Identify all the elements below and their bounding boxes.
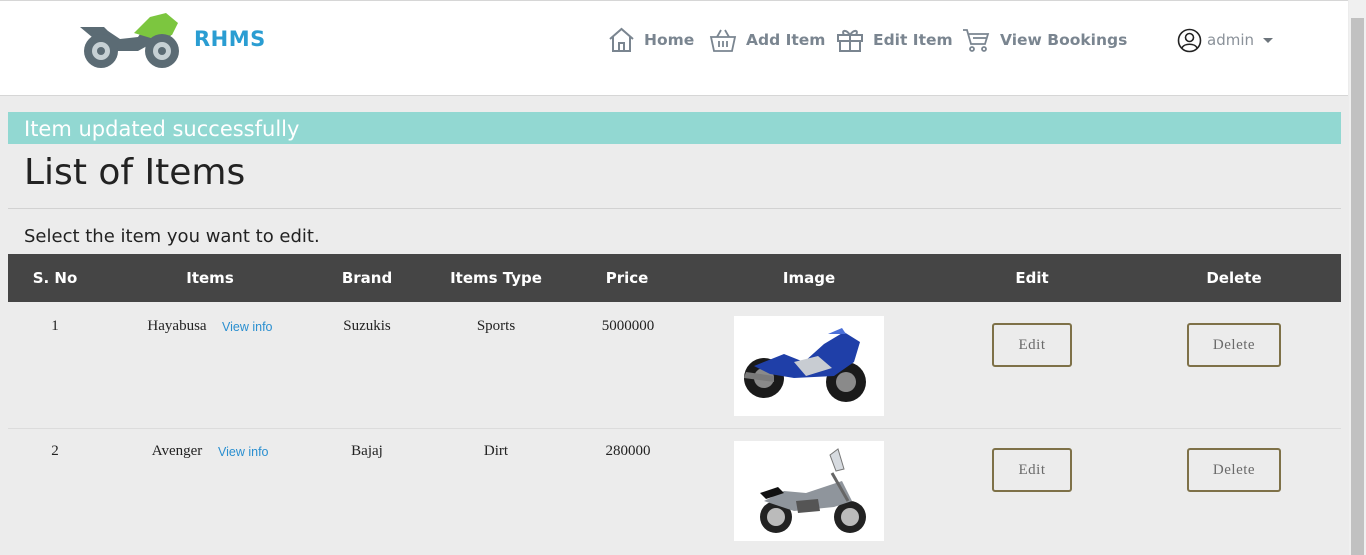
- nav-home[interactable]: Home: [608, 25, 694, 55]
- cruiser-motorcycle-photo: [760, 448, 866, 533]
- table-header: S. No Items Brand Items Type Price Image…: [8, 254, 1341, 302]
- header-items: Items: [186, 269, 234, 287]
- nav-add-item[interactable]: Add Item: [709, 25, 825, 55]
- cell-type: Sports: [476, 318, 516, 334]
- table-row: 2 Avenger View info Bajaj Dirt 280000 Ed…: [8, 427, 1341, 552]
- delete-button[interactable]: Delete: [1187, 448, 1281, 492]
- brand-name[interactable]: RHMS: [194, 27, 266, 51]
- cell-brand: Suzukis: [343, 318, 391, 334]
- nav-add-item-label: Add Item: [746, 31, 826, 49]
- cell-type: Dirt: [483, 443, 509, 459]
- nav-view-bookings[interactable]: View Bookings: [962, 25, 1127, 55]
- delete-button[interactable]: Delete: [1187, 323, 1281, 367]
- cell-item-name: Hayabusa: [147, 318, 207, 334]
- scrollbar-thumb[interactable]: [1351, 18, 1364, 555]
- header-items-type: Items Type: [450, 269, 542, 287]
- sport-motorcycle-photo: [744, 328, 866, 402]
- cell-sno: 1: [51, 318, 59, 334]
- nav-edit-item-label: Edit Item: [873, 31, 953, 49]
- cell-item-name: Avenger: [151, 443, 203, 459]
- nav-edit-item[interactable]: Edit Item: [836, 25, 953, 55]
- cell-price: 280000: [605, 443, 651, 459]
- home-icon: [609, 27, 634, 52]
- header-image: Image: [782, 269, 836, 287]
- divider: [8, 208, 1341, 209]
- cell-brand: Bajaj: [351, 443, 383, 459]
- header-brand: Brand: [341, 269, 393, 287]
- header-sno: S. No: [32, 269, 78, 287]
- basket-icon: [709, 29, 737, 52]
- header-price: Price: [605, 269, 649, 287]
- cell-sno: 2: [51, 443, 59, 459]
- user-name: admin: [1207, 31, 1254, 49]
- edit-button[interactable]: Edit: [992, 448, 1072, 492]
- motorcycle-icon[interactable]: [78, 11, 184, 71]
- page-title: List of Items: [24, 152, 246, 193]
- view-info-link[interactable]: View info: [222, 320, 273, 334]
- nav-home-label: Home: [644, 31, 695, 49]
- navbar: RHMS Home Add Item Edit Item View Bookin…: [0, 0, 1348, 96]
- view-info-link[interactable]: View info: [218, 445, 269, 459]
- user-menu[interactable]: admin: [1177, 26, 1273, 54]
- gift-icon: [837, 29, 863, 52]
- cell-price: 5000000: [601, 318, 655, 334]
- item-image: [734, 441, 884, 541]
- success-alert: Item updated successfully: [8, 112, 1341, 144]
- item-image: [734, 316, 884, 416]
- chevron-down-icon: [1263, 37, 1273, 43]
- edit-button[interactable]: Edit: [992, 323, 1072, 367]
- cart-icon: [963, 29, 990, 52]
- header-delete: Delete: [1206, 269, 1262, 287]
- table-row: 1 Hayabusa View info Suzukis Sports 5000…: [8, 302, 1341, 427]
- header-edit: Edit: [1015, 269, 1049, 287]
- page-subtitle: Select the item you want to edit.: [24, 226, 320, 247]
- alert-text: Item updated successfully: [24, 117, 300, 141]
- vertical-scrollbar[interactable]: [1349, 0, 1366, 555]
- nav-view-bookings-label: View Bookings: [1000, 31, 1128, 49]
- user-circle-icon: [1177, 28, 1202, 52]
